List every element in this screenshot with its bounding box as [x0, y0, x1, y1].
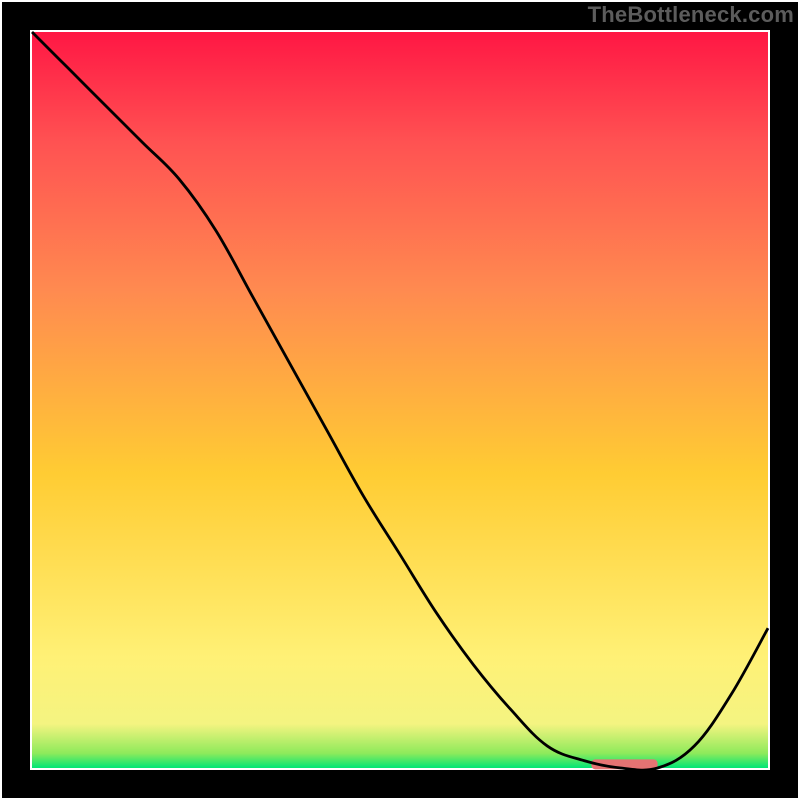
watermark-text: TheBottleneck.com [588, 2, 794, 28]
bottleneck-chart [0, 0, 800, 800]
chart-container: TheBottleneck.com [0, 0, 800, 800]
